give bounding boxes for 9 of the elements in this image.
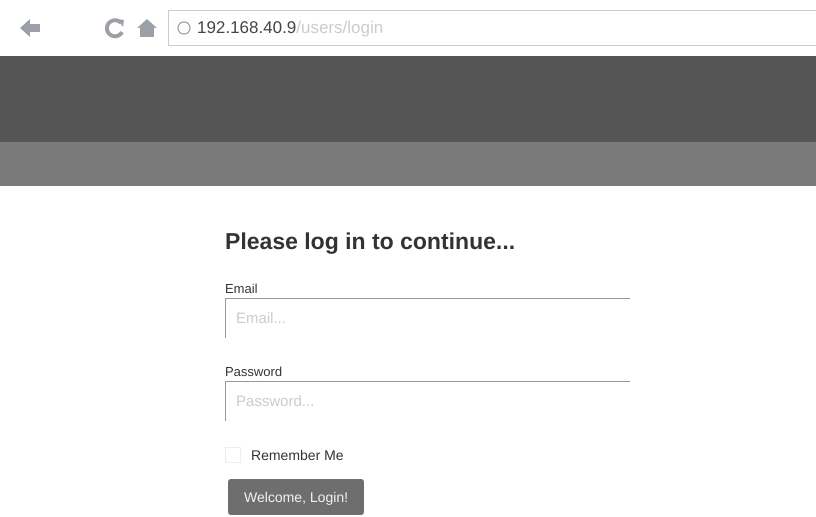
field-label: Email [225,281,259,296]
checkbox-label: Remember Me [251,447,344,463]
field-label: Password [225,364,284,379]
back-arrow-icon[interactable] [18,17,42,39]
reload-icon[interactable] [104,17,126,39]
form-title: Please log in to continue... [225,228,516,255]
page-icon [177,21,191,35]
login-button[interactable]: Welcome, Login! [228,479,364,515]
home-icon[interactable] [136,17,158,39]
